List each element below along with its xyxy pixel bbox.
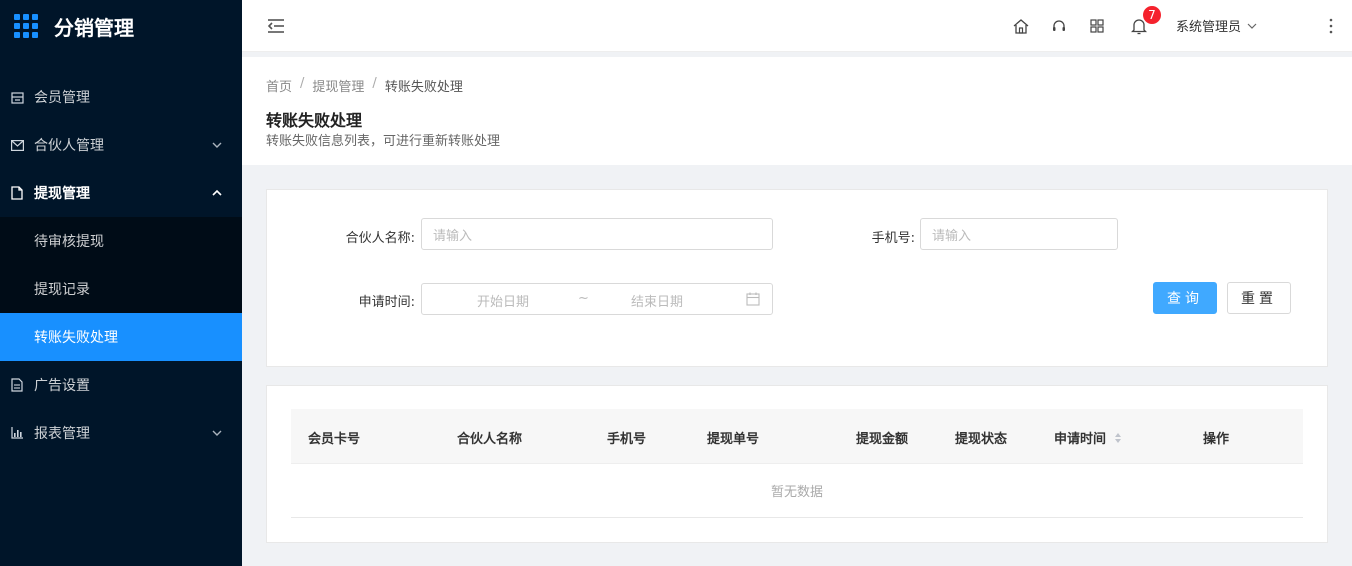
more-vertical-icon[interactable] — [1324, 17, 1338, 35]
sidebar: 分销管理 会员管理 合伙人管理 提现管理 待审核提现 提现记录 转账失败处理 广… — [0, 0, 242, 566]
breadcrumb-home[interactable]: 首页 — [266, 76, 292, 95]
filter-form: 合伙人名称: 请输入 手机号: 请输入 申请时间: 开始日期 ~ 结束日期 查询… — [266, 189, 1328, 367]
sidebar-subitem-transfer-failed[interactable]: 转账失败处理 — [0, 313, 242, 361]
range-separator: ~ — [578, 291, 589, 306]
sidebar-item-label: 提现管理 — [34, 186, 90, 202]
column-header-card-no: 会员卡号 — [308, 432, 361, 447]
sidebar-item-label: 合伙人管理 — [34, 138, 104, 154]
sidebar-subitem-pending[interactable]: 待审核提现 — [0, 217, 242, 265]
user-name: 系统管理员 — [1176, 20, 1242, 35]
headset-icon[interactable] — [1050, 17, 1068, 35]
sidebar-subitem-records[interactable]: 提现记录 — [0, 265, 242, 313]
top-header: 7 系统管理员 — [242, 0, 1352, 52]
document-icon — [10, 378, 24, 392]
chevron-up-icon — [212, 189, 222, 196]
notification-badge: 7 — [1142, 5, 1162, 25]
apps-icon[interactable] — [1088, 17, 1106, 35]
sidebar-item-partner[interactable]: 合伙人管理 — [0, 121, 242, 169]
app-grid-icon — [14, 14, 38, 38]
start-date-input[interactable]: 开始日期 — [477, 291, 529, 310]
breadcrumb-parent[interactable]: 提现管理 — [312, 76, 364, 95]
column-header-actions: 操作 — [1203, 432, 1230, 447]
column-header-apply-time[interactable]: 申请时间 — [1054, 428, 1122, 447]
data-table: 会员卡号 合伙人名称 手机号 提现单号 提现金额 提现状态 申请时间 操作 暂无… — [266, 385, 1328, 543]
sidebar-item-reports[interactable]: 报表管理 — [0, 409, 242, 457]
chevron-down-icon — [212, 430, 222, 436]
home-icon[interactable] — [1012, 17, 1030, 35]
sidebar-item-withdraw[interactable]: 提现管理 — [0, 169, 242, 217]
file-icon — [10, 186, 24, 200]
menu-fold-icon[interactable] — [266, 17, 286, 35]
partner-name-input[interactable]: 请输入 — [421, 218, 773, 250]
partner-name-label: 合伙人名称: — [345, 231, 415, 246]
column-header-withdraw-no: 提现单号 — [707, 432, 760, 447]
reset-button[interactable]: 重置 — [1227, 282, 1291, 314]
phone-input[interactable]: 请输入 — [920, 218, 1118, 250]
breadcrumb-separator: / — [372, 76, 377, 91]
date-range-picker[interactable]: 开始日期 ~ 结束日期 — [421, 283, 773, 315]
chevron-down-icon — [1247, 23, 1257, 29]
sort-icon[interactable] — [1114, 432, 1122, 444]
column-header-phone: 手机号 — [607, 432, 647, 447]
page-header: 首页 / 提现管理 / 转账失败处理 转账失败处理 转账失败信息列表，可进行重新… — [242, 57, 1352, 165]
breadcrumb-separator: / — [300, 76, 305, 91]
page-title: 转账失败处理 — [266, 111, 363, 130]
breadcrumb: 首页 / 提现管理 / 转账失败处理 — [266, 76, 463, 95]
column-header-partner-name: 合伙人名称 — [457, 432, 523, 447]
page-description: 转账失败信息列表，可进行重新转账处理 — [266, 134, 501, 149]
sidebar-item-ads[interactable]: 广告设置 — [0, 361, 242, 409]
logo[interactable]: 分销管理 — [0, 0, 242, 52]
column-header-amount: 提现金额 — [856, 432, 909, 447]
column-header-status: 提现状态 — [955, 432, 1008, 447]
mail-icon — [10, 138, 24, 152]
empty-placeholder: 暂无数据 — [291, 464, 1303, 518]
query-button[interactable]: 查询 — [1153, 282, 1217, 314]
sidebar-item-label: 广告设置 — [34, 378, 90, 394]
sidebar-item-member[interactable]: 会员管理 — [0, 73, 242, 121]
chevron-down-icon — [212, 142, 222, 148]
breadcrumb-current: 转账失败处理 — [384, 80, 463, 95]
calendar-icon — [746, 292, 760, 306]
user-menu[interactable]: 系统管理员 — [1176, 16, 1257, 35]
withdraw-submenu: 待审核提现 提现记录 转账失败处理 — [0, 217, 242, 361]
app-title: 分销管理 — [54, 15, 134, 40]
sidebar-item-label: 会员管理 — [34, 90, 90, 106]
member-icon — [10, 90, 24, 104]
apply-time-label: 申请时间: — [358, 295, 415, 310]
phone-label: 手机号: — [871, 231, 915, 246]
end-date-input[interactable]: 结束日期 — [631, 291, 683, 310]
bar-chart-icon — [10, 426, 24, 440]
table-header: 会员卡号 合伙人名称 手机号 提现单号 提现金额 提现状态 申请时间 操作 — [291, 409, 1303, 464]
sidebar-menu: 会员管理 合伙人管理 提现管理 待审核提现 提现记录 转账失败处理 广告设置 报… — [0, 73, 242, 457]
sidebar-item-label: 报表管理 — [34, 426, 90, 442]
column-header-label: 申请时间 — [1054, 432, 1107, 447]
